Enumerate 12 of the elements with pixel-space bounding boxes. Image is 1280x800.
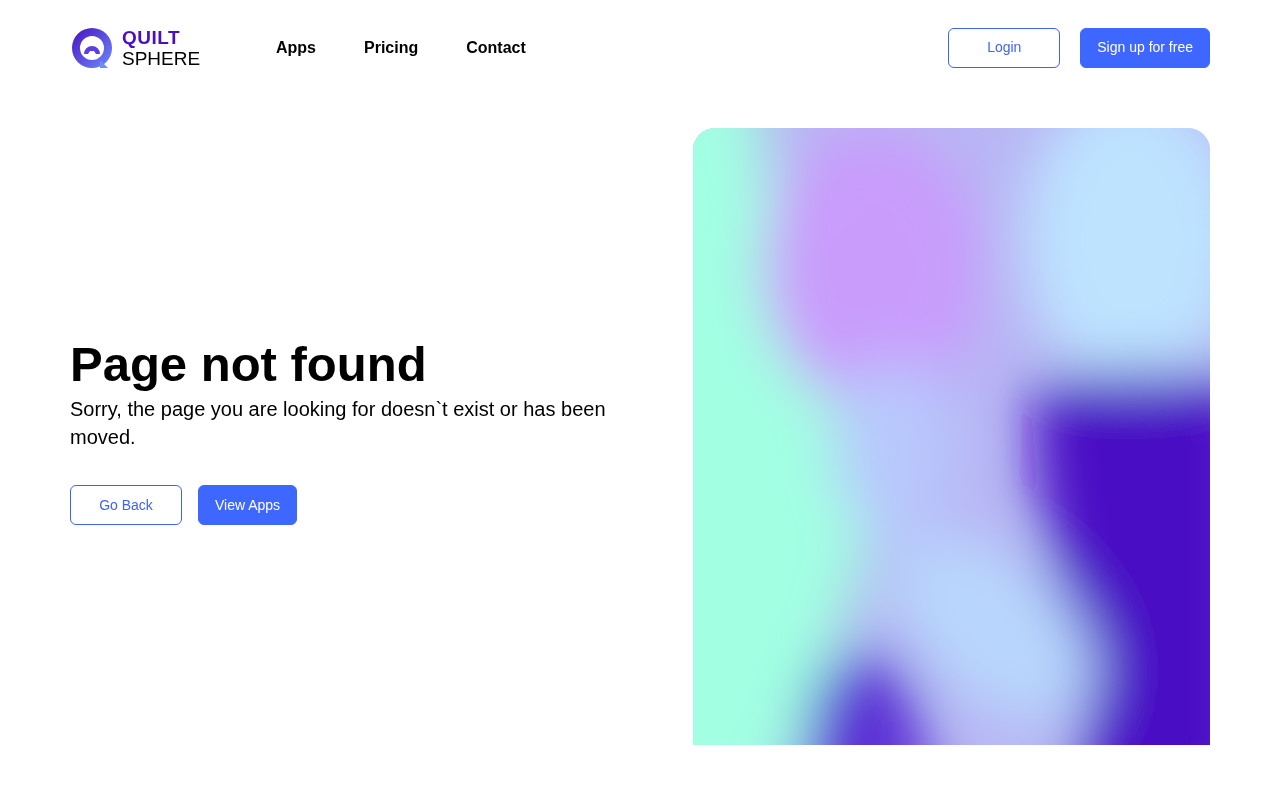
page-title: Page not found bbox=[70, 337, 428, 392]
logo-text: QUILT bbox=[122, 27, 182, 47]
nav-link[interactable]: Apps bbox=[276, 35, 316, 60]
error-message: Sorry, the page you are looking for doesn`t exist or has been moved. bbox=[70, 397, 607, 451]
view-apps-button[interactable]: View Apps bbox=[198, 485, 298, 526]
logo-text: SPHERE bbox=[122, 48, 201, 68]
nav-link[interactable]: Contact bbox=[466, 35, 526, 60]
login-button[interactable]: Login bbox=[948, 27, 1061, 68]
back-button[interactable]: Go Back bbox=[70, 485, 182, 526]
nav-link[interactable]: Pricing bbox=[364, 35, 419, 60]
logo-icon bbox=[70, 25, 114, 70]
signup-button[interactable]: Sign up for free bbox=[1080, 27, 1210, 68]
